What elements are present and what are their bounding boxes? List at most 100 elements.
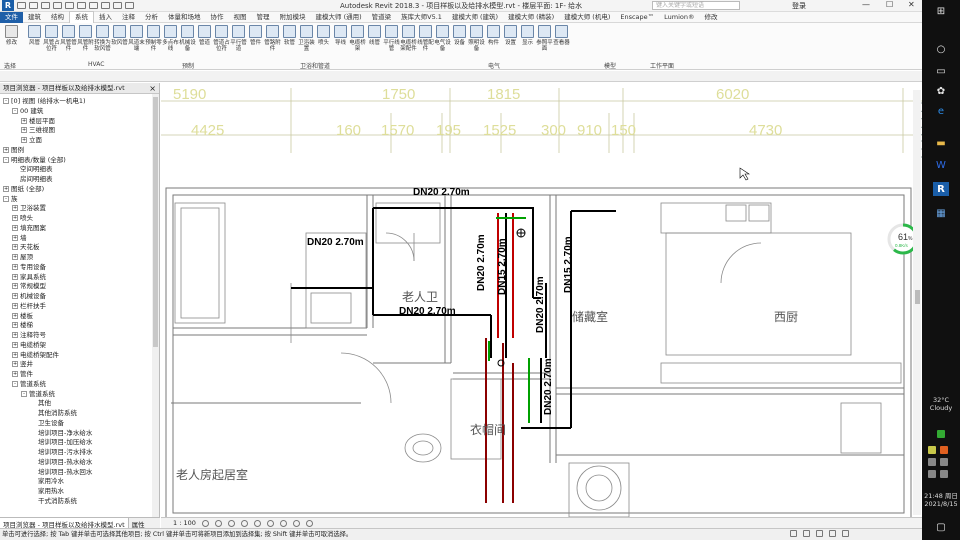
expand-icon[interactable]: +: [12, 234, 18, 241]
tree-item[interactable]: + 家具系统: [12, 273, 46, 281]
tree-item[interactable]: 空间明细表: [12, 165, 53, 173]
detail-level-icon[interactable]: [201, 519, 209, 527]
analysis-icon[interactable]: [305, 519, 313, 527]
drawing-canvas[interactable]: 5190 1750 1815 6020 4425 160 1570 195 15…: [161, 83, 922, 517]
convert-flex-duct-button[interactable]: 转换为软风管: [94, 25, 111, 61]
tree-item[interactable]: + 楼板: [12, 312, 33, 320]
open-icon[interactable]: [17, 2, 26, 9]
revit-taskbar-icon[interactable]: R: [933, 182, 949, 196]
search-input[interactable]: 键入关键字或短语: [652, 1, 740, 10]
crop-view-icon[interactable]: [253, 519, 261, 527]
tab-modify[interactable]: 修改: [700, 12, 723, 23]
collapse-icon[interactable]: -: [12, 107, 18, 114]
tree-item[interactable]: + 楼梯: [12, 321, 33, 329]
redo-icon[interactable]: [53, 2, 62, 9]
tree-item[interactable]: - 明细表/数量 (全部): [3, 156, 66, 164]
design-options-icon[interactable]: [803, 530, 810, 537]
visual-style-icon[interactable]: [214, 519, 222, 527]
duct-accessory-button[interactable]: 风管附件: [77, 25, 94, 61]
conduit-fitting-button[interactable]: 线管配件: [417, 25, 434, 61]
minimize-button[interactable]: —: [862, 0, 870, 9]
component-button[interactable]: 构件: [485, 25, 502, 61]
reference-plane-button[interactable]: 参照平面: [536, 25, 553, 61]
tree-item[interactable]: 卫生设备: [30, 419, 64, 427]
tree-item[interactable]: - [0] 视图 (给排水一机电1): [3, 97, 86, 105]
close-icon[interactable]: ×: [149, 83, 156, 94]
collapse-icon[interactable]: -: [21, 390, 27, 397]
expand-icon[interactable]: +: [12, 224, 18, 231]
expand-icon[interactable]: +: [12, 361, 18, 368]
tree-item[interactable]: + 屋顶: [12, 253, 33, 261]
expand-icon[interactable]: +: [3, 185, 9, 192]
expand-icon[interactable]: +: [12, 341, 18, 348]
tray-icon-3[interactable]: [928, 458, 936, 466]
modify-button[interactable]: 修改: [3, 25, 20, 61]
search-icon[interactable]: ○: [933, 42, 949, 56]
sprinkler-button[interactable]: 喷头: [315, 25, 332, 61]
tree-item[interactable]: + 注释符号: [12, 331, 46, 339]
cable-tray-fitting-button[interactable]: 电缆桥架配件: [400, 25, 417, 61]
cable-tray-button[interactable]: 电缆桥架: [349, 25, 366, 61]
air-terminal-button[interactable]: 风道末端: [128, 25, 145, 61]
tab-manage[interactable]: 管理: [252, 12, 275, 23]
tree-item[interactable]: + 天花板: [12, 243, 40, 251]
group-select[interactable]: 选择: [4, 61, 16, 70]
reveal-hidden-icon[interactable]: [292, 519, 300, 527]
tab-view[interactable]: 视图: [229, 12, 252, 23]
tab-collaborate[interactable]: 协作: [206, 12, 229, 23]
expand-icon[interactable]: +: [12, 205, 18, 212]
view-scale[interactable]: 1 : 100: [173, 519, 196, 527]
tree-item[interactable]: + 专用设备: [12, 263, 46, 271]
tab-modeling-fitout[interactable]: 建模大师 (精装): [503, 12, 559, 23]
3d-view-icon[interactable]: [101, 2, 110, 9]
tree-item[interactable]: 其他消防系统: [30, 409, 77, 417]
wire-button[interactable]: 导线: [332, 25, 349, 61]
clock-date[interactable]: 2021/8/15: [922, 500, 960, 508]
tree-item[interactable]: 房间明细表: [12, 175, 53, 183]
tray-icon-2[interactable]: [940, 446, 948, 454]
tree-item[interactable]: 干式消防系统: [30, 497, 77, 505]
tree-item[interactable]: + 竖井: [12, 360, 33, 368]
tab-family-library[interactable]: 族库大师V5.1: [396, 12, 447, 23]
conduit-button[interactable]: 线管: [366, 25, 383, 61]
pipe-accessory-button[interactable]: 管路附件: [264, 25, 281, 61]
fabrication-part-button[interactable]: 预制零件: [145, 25, 162, 61]
tab-massing[interactable]: 体量和场地: [163, 12, 206, 23]
tab-architecture[interactable]: 建筑: [23, 12, 46, 23]
select-links-icon[interactable]: [816, 530, 823, 537]
measure-icon[interactable]: [77, 2, 86, 9]
tab-file[interactable]: 文件: [0, 11, 23, 23]
tray-icon-4[interactable]: [940, 458, 948, 466]
duct-button[interactable]: 风管: [26, 25, 43, 61]
viewer-button[interactable]: 查看器: [553, 25, 570, 61]
tree-item[interactable]: + 楼层平面: [21, 117, 55, 125]
tree-item[interactable]: 培训项目-热水给水: [30, 458, 92, 466]
expand-icon[interactable]: +: [12, 293, 18, 299]
parallel-pipes-button[interactable]: 平行管道: [230, 25, 247, 61]
login-link[interactable]: 登录: [792, 1, 806, 11]
tree-item[interactable]: 培训项目-污水排水: [30, 448, 92, 456]
close-button[interactable]: ✕: [908, 0, 915, 9]
plumbing-fixture-button[interactable]: 卫浴装置: [298, 25, 315, 61]
expand-icon[interactable]: +: [3, 146, 9, 153]
tab-project-browser[interactable]: 项目浏览器 - 项目样板以及给排水模型.rvt: [0, 518, 129, 529]
expand-icon[interactable]: +: [21, 137, 27, 143]
taskbar-app-icon-1[interactable]: ✿: [933, 84, 949, 98]
print-icon[interactable]: [65, 2, 74, 9]
clock-time[interactable]: 21:48 周日: [922, 490, 960, 500]
revit-logo-icon[interactable]: R: [2, 0, 14, 11]
temporary-hide-icon[interactable]: [279, 519, 287, 527]
tree-item[interactable]: -族: [3, 195, 18, 203]
parallel-conduits-button[interactable]: 平行线管: [383, 25, 400, 61]
tab-addins[interactable]: 附加模块: [275, 12, 311, 23]
network-icon[interactable]: [928, 470, 936, 478]
sun-path-icon[interactable]: [227, 519, 235, 527]
tab-lumion[interactable]: Lumion®: [659, 12, 699, 23]
worksets-icon[interactable]: [790, 530, 797, 537]
word-icon[interactable]: W: [933, 158, 949, 172]
tree-item[interactable]: + 图例: [3, 146, 24, 154]
tree-item[interactable]: + 三维视图: [21, 126, 55, 134]
tab-modeling-mep[interactable]: 建模大师 (机电): [559, 12, 615, 23]
expand-icon[interactable]: +: [21, 117, 27, 124]
expand-icon[interactable]: +: [12, 254, 18, 260]
